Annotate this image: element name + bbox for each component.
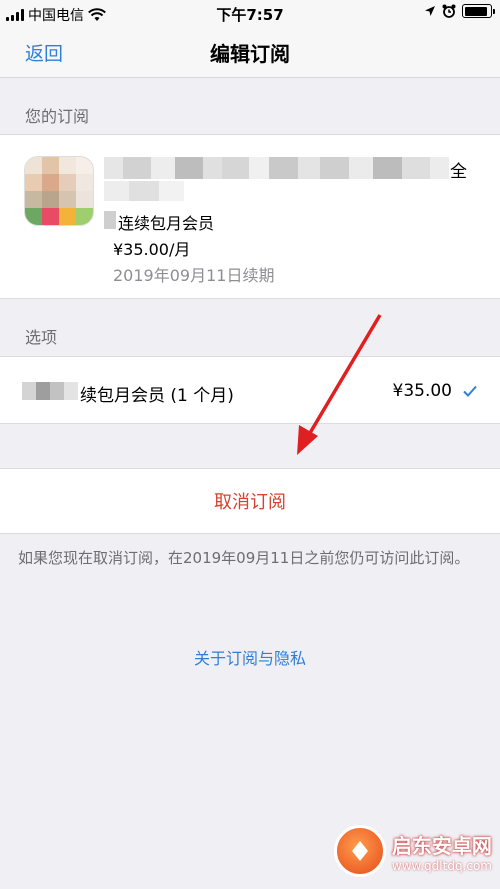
option-price: ¥35.00 — [392, 381, 452, 401]
status-right — [424, 4, 495, 18]
watermark-logo-icon — [333, 825, 386, 877]
subscription-section-header: 您的订阅 — [25, 107, 90, 126]
watermark-title: 启东安卓网 — [391, 833, 492, 858]
battery-fill — [464, 6, 487, 16]
option-label-redacted — [22, 382, 78, 400]
renewal-date: 2019年09月11日续期 — [113, 266, 275, 285]
privacy-link[interactable]: 关于订阅与隐私 — [0, 645, 500, 669]
page-title: 编辑订阅 — [210, 42, 290, 66]
subscription-card: 全 连续包月会员 ¥35.00/月 2019年09月11日续期 — [0, 134, 500, 299]
app-icon — [24, 156, 94, 226]
cancel-subscription-label: 取消订阅 — [214, 492, 286, 513]
cancel-footnote: 如果您现在取消订阅，在2019年09月11日之前您仍可访问此订阅。 — [18, 549, 470, 567]
plan-name: 连续包月会员 — [118, 214, 215, 233]
watermark: 启东安卓网 www.qdltdq.com — [333, 825, 492, 877]
cancel-subscription-button[interactable]: 取消订阅 — [0, 468, 500, 534]
status-bar: 中国电信 下午7:57 — [0, 0, 500, 26]
subscription-title-suffix: 全 — [450, 162, 467, 182]
plan-name-redacted — [104, 211, 116, 229]
navigation-bar: 返回 编辑订阅 — [0, 26, 500, 78]
subscription-title-redacted — [104, 157, 450, 179]
alarm-icon — [442, 4, 456, 18]
plan-price: ¥35.00/月 — [113, 240, 191, 259]
checkmark-icon — [463, 385, 477, 397]
subscription-title-line2-redacted — [104, 181, 184, 201]
watermark-url: www.qdltdq.com — [391, 858, 492, 873]
options-section-header: 选项 — [25, 328, 58, 347]
location-icon — [425, 6, 435, 16]
option-label: 续包月会员 (1 个月) — [80, 386, 234, 406]
option-row[interactable]: 续包月会员 (1 个月) ¥35.00 — [0, 356, 500, 424]
battery-icon — [462, 4, 495, 18]
